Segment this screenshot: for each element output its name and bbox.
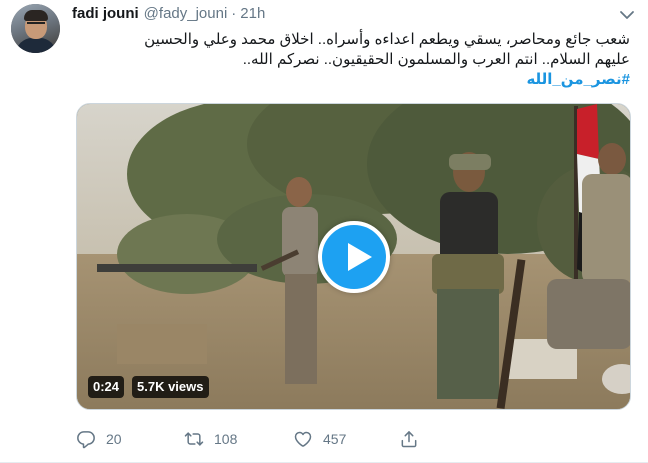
- reply-count: 20: [106, 431, 122, 447]
- share-icon: [401, 431, 417, 448]
- tweet-timestamp[interactable]: 21h: [240, 5, 265, 22]
- retweet-icon: [184, 432, 204, 446]
- like-count: 457: [323, 431, 347, 447]
- header-separator: ·: [231, 5, 237, 22]
- avatar-glasses: [27, 22, 45, 26]
- play-icon[interactable]: [318, 221, 390, 293]
- tweet-text: شعب جائع ومحاصر، يسقي ويطعم اعداءه وأسرا…: [76, 30, 630, 90]
- reply-icon: [77, 431, 95, 449]
- chevron-down-icon[interactable]: [619, 9, 635, 21]
- author-handle[interactable]: @fady_jouni: [144, 5, 228, 22]
- video-duration-badge: 0:24: [88, 376, 125, 398]
- author-display-name[interactable]: fadi jouni: [72, 5, 139, 22]
- tweet-text-line: شعب جائع ومحاصر، يسقي ويطعم اعداءه وأسرا…: [144, 31, 630, 48]
- tweet-header: fadi jouni @fady_jouni · 21h: [72, 5, 265, 25]
- like-button[interactable]: 457: [293, 427, 346, 451]
- avatar-hair: [24, 10, 48, 21]
- tweet-card[interactable]: fadi jouni @fady_jouni · 21h شعب جائع وم…: [0, 0, 648, 463]
- share-button[interactable]: [399, 427, 419, 451]
- hashtag-link[interactable]: #نصر_من_الله: [76, 70, 630, 90]
- tweet-text-line: عليهم السلام.. انتم العرب والمسلمون الحق…: [242, 51, 630, 68]
- reply-button[interactable]: 20: [76, 427, 122, 451]
- video-player[interactable]: 0:24 5.7K views: [76, 103, 631, 410]
- retweet-count: 108: [214, 431, 238, 447]
- like-icon: [294, 431, 312, 447]
- retweet-button[interactable]: 108: [184, 427, 237, 451]
- video-views-badge: 5.7K views: [132, 376, 209, 398]
- avatar[interactable]: [11, 4, 60, 53]
